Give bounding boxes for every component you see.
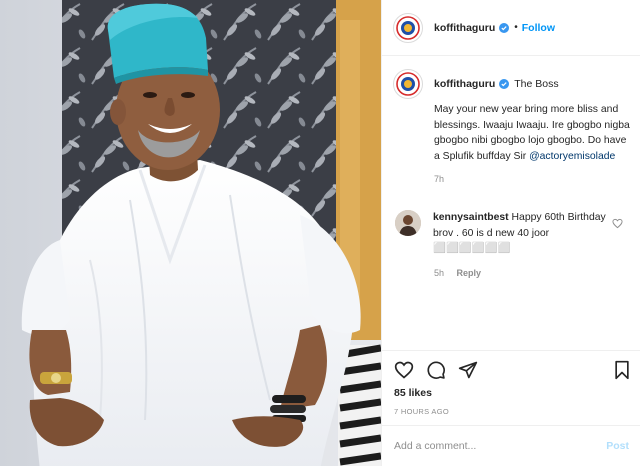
comment-timestamp[interactable]: 5h (434, 268, 444, 278)
caption-mention-link[interactable]: @actoryemisolade (529, 151, 615, 162)
share-icon[interactable] (458, 360, 478, 380)
comment-meta: 5h Reply (434, 268, 631, 278)
action-bar (394, 360, 478, 380)
caption-avatar[interactable] (393, 69, 423, 99)
reply-button[interactable]: Reply (457, 268, 482, 278)
commenter-photo (395, 210, 421, 236)
verified-badge-icon (499, 22, 510, 33)
comment-item: kennysaintbest Happy 60th Birthday brov … (393, 210, 631, 278)
like-count[interactable]: 85 likes (394, 387, 432, 399)
bookmark-icon[interactable] (613, 360, 631, 380)
caption-header: koffithaguru The Boss (393, 68, 631, 100)
add-comment-input[interactable] (394, 440, 607, 452)
post-actions-section: 85 likes 7 HOURS AGO (382, 350, 640, 425)
verified-badge-icon (499, 79, 510, 89)
caption-timestamp[interactable]: 7h (434, 174, 631, 184)
avatar-logo-icon (396, 15, 420, 40)
comment-text: kennysaintbest Happy 60th Birthday brov … (433, 210, 611, 257)
heart-icon[interactable] (394, 360, 414, 380)
avatar-logo-icon (396, 72, 420, 96)
comment-like-heart-icon[interactable] (612, 218, 623, 229)
commenter-avatar[interactable] (395, 210, 421, 236)
post-caption: koffithaguru The Boss May your new year … (393, 68, 631, 184)
post-photo[interactable] (0, 0, 381, 466)
caption-lead-text: The Boss (514, 78, 559, 90)
commenter-username[interactable]: kennysaintbest (433, 212, 509, 223)
follow-button[interactable]: Follow (522, 22, 555, 34)
caption-text: May your new year bring more bliss and b… (434, 102, 634, 164)
separator-dot: • (514, 22, 518, 33)
portrait-image (0, 0, 381, 466)
post-comment-button[interactable]: Post (606, 440, 629, 452)
header-username[interactable]: koffithaguru (434, 22, 495, 34)
comment-row: kennysaintbest Happy 60th Birthday brov … (393, 210, 631, 257)
instagram-post: koffithaguru • Follow koffithaguru The B… (0, 0, 640, 466)
caption-username[interactable]: koffithaguru (434, 78, 495, 90)
comment-icon[interactable] (426, 360, 446, 380)
profile-avatar[interactable] (393, 12, 423, 43)
post-header: koffithaguru • Follow (382, 0, 640, 56)
post-details-panel: koffithaguru • Follow koffithaguru The B… (381, 0, 640, 466)
add-comment-bar: Post (382, 425, 640, 466)
post-timestamp: 7 HOURS AGO (394, 407, 449, 416)
